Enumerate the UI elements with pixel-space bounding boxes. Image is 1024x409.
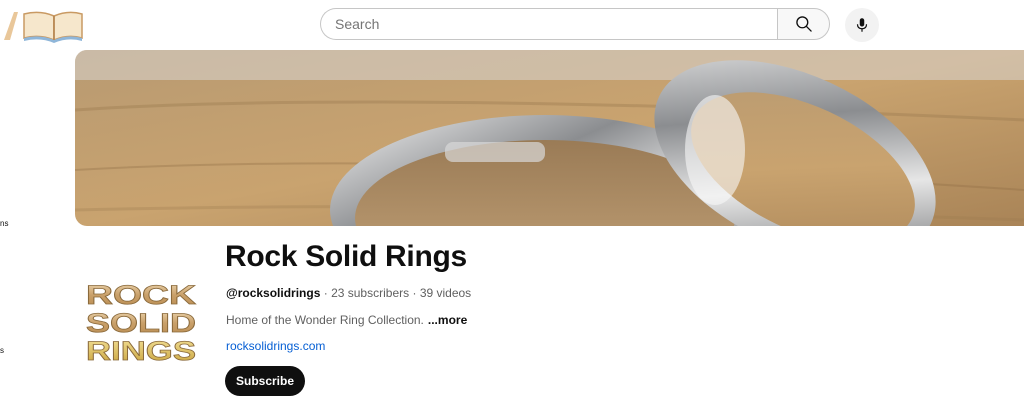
channel-banner <box>75 50 1024 226</box>
voice-search-button[interactable] <box>845 8 879 42</box>
search-bar <box>320 8 830 42</box>
top-bar <box>0 0 1024 50</box>
sidebar-item-label[interactable]: ns <box>0 219 8 228</box>
meta-separator: · <box>412 286 417 300</box>
svg-text:ROCK: ROCK <box>86 280 197 310</box>
subscribe-button[interactable]: Subscribe <box>225 366 305 396</box>
meta-separator: · <box>323 286 328 300</box>
open-book-icon <box>4 11 83 43</box>
description-text: Home of the Wonder Ring Collection. <box>226 313 424 327</box>
svg-text:RINGS: RINGS <box>86 336 196 366</box>
microphone-icon <box>856 18 868 32</box>
video-count: 39 videos <box>419 286 472 300</box>
channel-description[interactable]: Home of the Wonder Ring Collection. ...mo… <box>226 313 467 327</box>
search-input[interactable] <box>320 8 777 40</box>
search-icon <box>795 16 812 32</box>
more-button[interactable]: ...more <box>428 313 467 327</box>
sidebar-item-label[interactable]: s <box>0 346 4 355</box>
channel-link[interactable]: rocksolidrings.com <box>226 339 325 353</box>
channel-avatar[interactable]: ROCK SOLID RINGS <box>80 276 202 367</box>
channel-name: Rock Solid Rings <box>225 240 467 273</box>
channel-meta: @rocksolidrings · 23 subscribers · 39 vi… <box>226 286 471 300</box>
svg-text:SOLID: SOLID <box>86 308 196 338</box>
channel-handle: @rocksolidrings <box>226 286 321 300</box>
logo[interactable] <box>2 6 88 44</box>
rock-solid-rings-logo: ROCK SOLID RINGS <box>86 280 197 367</box>
search-button[interactable] <box>777 8 830 40</box>
banner-image <box>75 50 1024 226</box>
subscriber-count: 23 subscribers <box>331 286 410 300</box>
